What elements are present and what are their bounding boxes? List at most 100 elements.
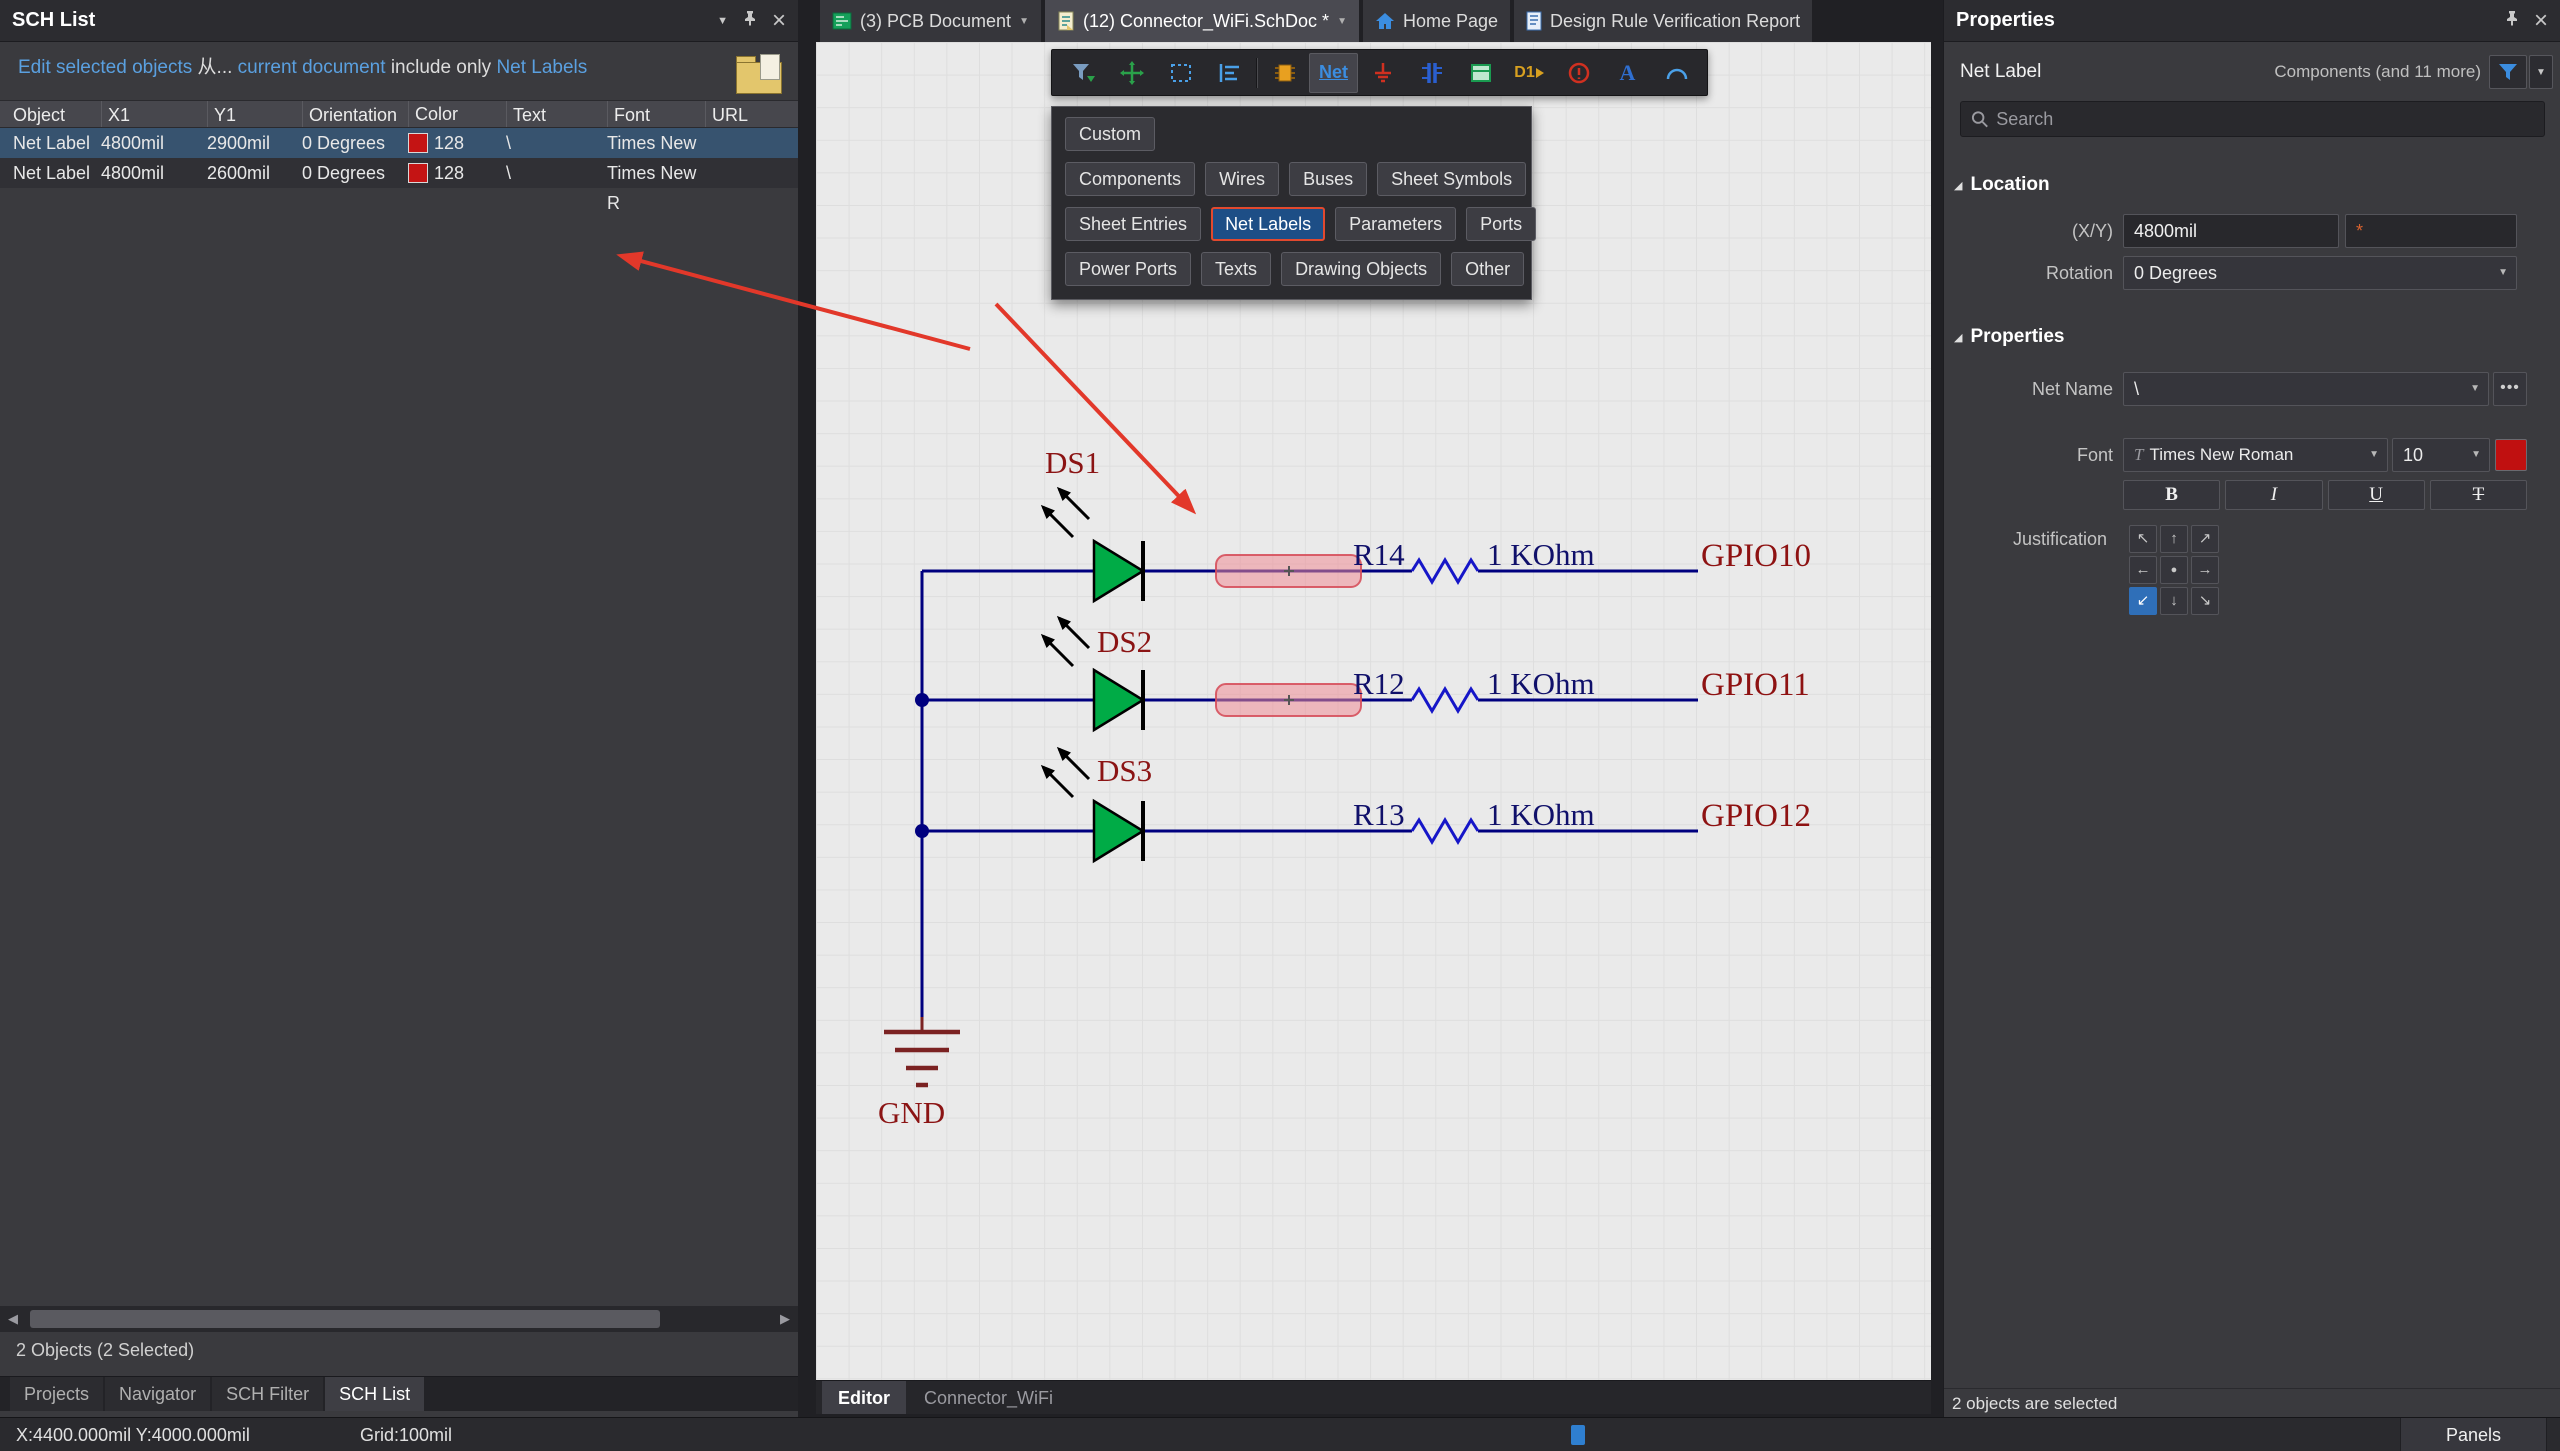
net-name-dropdown[interactable]: \ ▼ [2123, 372, 2489, 406]
rotation-dropdown[interactable]: 0 Degrees ▼ [2123, 256, 2517, 290]
selected-net-label-highlights[interactable] [1216, 555, 1361, 716]
column-orientation[interactable]: Orientation [302, 101, 408, 127]
panels-button[interactable]: Panels [2400, 1418, 2547, 1451]
close-icon[interactable]: × [772, 11, 786, 31]
tab-editor[interactable]: Editor [822, 1381, 906, 1414]
wires[interactable] [922, 571, 1698, 1017]
search-input[interactable] [1996, 109, 2534, 130]
net-label-gpio11[interactable]: GPIO11 [1701, 667, 1810, 703]
designator-ds3[interactable]: DS3 [1097, 753, 1152, 788]
filter-funnel-button[interactable] [2489, 55, 2527, 89]
justify-top-right-button[interactable]: ↗ [2191, 525, 2219, 553]
designator-ds1[interactable]: DS1 [1045, 445, 1100, 480]
filter-dropdown-button[interactable]: ▼ [2529, 55, 2553, 89]
justify-right-button[interactable]: → [2191, 556, 2219, 584]
tab-connector-wifi-schdoc[interactable]: (12) Connector_WiFi.SchDoc * ▼ [1045, 0, 1359, 42]
properties-search[interactable] [1960, 101, 2545, 137]
tab-navigator[interactable]: Navigator [105, 1377, 210, 1411]
location-section-header[interactable]: ◢ Location [1954, 174, 2050, 196]
column-y1[interactable]: Y1 [207, 101, 302, 127]
edit-mode-link[interactable]: Edit selected objects [18, 57, 192, 78]
justify-bottom-left-button[interactable]: ↙ [2129, 587, 2157, 615]
tab-design-rule-verification-report[interactable]: Design Rule Verification Report [1514, 0, 1812, 42]
close-icon[interactable]: × [2534, 11, 2548, 31]
filter-button-power-ports[interactable]: Power Ports [1065, 252, 1191, 286]
filter-button-components[interactable]: Components [1065, 162, 1195, 196]
justify-center-button[interactable]: ● [2160, 556, 2188, 584]
bus-icon[interactable] [1407, 53, 1456, 93]
column-color[interactable]: Color [408, 101, 506, 127]
x-coordinate-field[interactable]: 4800mil [2123, 214, 2339, 248]
designator-icon[interactable]: D1 [1505, 53, 1554, 93]
text-tool-icon[interactable]: A [1603, 53, 1652, 93]
tab-sch-filter[interactable]: SCH Filter [212, 1377, 323, 1411]
filter-button-buses[interactable]: Buses [1289, 162, 1367, 196]
table-row[interactable]: Net Label 4800mil 2600mil 0 Degrees 128 … [0, 158, 798, 188]
power-port-icon[interactable] [1358, 53, 1407, 93]
italic-button[interactable]: I [2225, 480, 2322, 510]
folder-icon[interactable] [736, 54, 782, 94]
filter-button-sheet-symbols[interactable]: Sheet Symbols [1377, 162, 1526, 196]
net-name-more-button[interactable]: ••• [2493, 372, 2527, 406]
designator-r14[interactable]: R14 [1353, 537, 1405, 572]
align-icon[interactable] [1205, 53, 1254, 93]
object-type-link[interactable]: Net Labels [496, 57, 587, 78]
sheet-symbol-icon[interactable] [1456, 53, 1505, 93]
net-label-gpio12[interactable]: GPIO12 [1701, 798, 1811, 834]
gnd-symbol[interactable] [884, 1017, 960, 1085]
font-size-dropdown[interactable]: 10 ▼ [2392, 438, 2490, 472]
resistor-symbols[interactable] [1412, 560, 1478, 842]
led-symbol-ds1[interactable] [1043, 489, 1143, 601]
column-text[interactable]: Text [506, 101, 607, 127]
properties-section-header[interactable]: ◢ Properties [1954, 326, 2064, 348]
filter-button-net-labels[interactable]: Net Labels [1211, 207, 1325, 241]
justify-top-button[interactable]: ↑ [2160, 525, 2188, 553]
scroll-left-icon[interactable]: ◀ [0, 1311, 26, 1327]
column-object-kind[interactable]: Object Kind [0, 101, 101, 127]
font-color-swatch[interactable] [2495, 439, 2527, 471]
pin-icon[interactable] [742, 10, 758, 31]
font-family-dropdown[interactable]: TTimes New Roman ▼ [2123, 438, 2388, 472]
y-coordinate-field[interactable]: * [2345, 214, 2517, 248]
net-label-tool-icon[interactable]: Net [1309, 53, 1358, 93]
tab-connector-wifi[interactable]: Connector_WiFi [908, 1381, 1069, 1414]
component-icon[interactable] [1260, 53, 1309, 93]
chevron-down-icon[interactable]: ▼ [1337, 16, 1347, 27]
value-r13[interactable]: 1 KOhm [1487, 797, 1595, 832]
justify-left-button[interactable]: ← [2129, 556, 2157, 584]
underline-button[interactable]: U [2328, 480, 2425, 510]
designator-r13[interactable]: R13 [1353, 797, 1405, 832]
chevron-down-icon[interactable]: ▼ [1019, 16, 1029, 27]
filter-button-texts[interactable]: Texts [1201, 252, 1271, 286]
tab-home-page[interactable]: Home Page [1363, 0, 1510, 42]
move-selection-icon[interactable] [1107, 53, 1156, 93]
selection-filter-icon[interactable] [1058, 53, 1107, 93]
scroll-right-icon[interactable]: ▶ [772, 1311, 798, 1327]
filter-button-drawing-objects[interactable]: Drawing Objects [1281, 252, 1441, 286]
designator-ds2[interactable]: DS2 [1097, 624, 1152, 659]
filter-button-parameters[interactable]: Parameters [1335, 207, 1456, 241]
tab-projects[interactable]: Projects [10, 1377, 103, 1411]
panel-menu-icon[interactable]: ▼ [717, 15, 728, 27]
bold-button[interactable]: B [2123, 480, 2220, 510]
filter-button-wires[interactable]: Wires [1205, 162, 1279, 196]
tab-sch-list[interactable]: SCH List [325, 1377, 424, 1411]
gnd-label[interactable]: GND [878, 1095, 945, 1130]
value-r14[interactable]: 1 KOhm [1487, 537, 1595, 572]
table-row[interactable]: Net Label 4800mil 2900mil 0 Degrees 128 … [0, 128, 798, 158]
filter-button-other[interactable]: Other [1451, 252, 1524, 286]
filter-button-sheet-entries[interactable]: Sheet Entries [1065, 207, 1201, 241]
arc-tool-icon[interactable] [1652, 53, 1701, 93]
scrollbar-thumb[interactable] [30, 1310, 660, 1328]
column-url[interactable]: URL [705, 101, 785, 127]
strikethrough-button[interactable]: T [2430, 480, 2527, 510]
schematic-editor-canvas[interactable]: DS1 DS2 DS3 R14 1 KOhm R12 1 KOhm R13 1 … [816, 42, 1931, 1380]
filter-button-ports[interactable]: Ports [1466, 207, 1536, 241]
filter-button-custom[interactable]: Custom [1065, 117, 1155, 151]
lasso-select-icon[interactable] [1156, 53, 1205, 93]
parameter-icon[interactable] [1554, 53, 1603, 93]
designator-r12[interactable]: R12 [1353, 666, 1405, 701]
value-r12[interactable]: 1 KOhm [1487, 666, 1595, 701]
scope-text[interactable]: 从... [198, 57, 233, 78]
column-font[interactable]: Font [607, 101, 705, 127]
